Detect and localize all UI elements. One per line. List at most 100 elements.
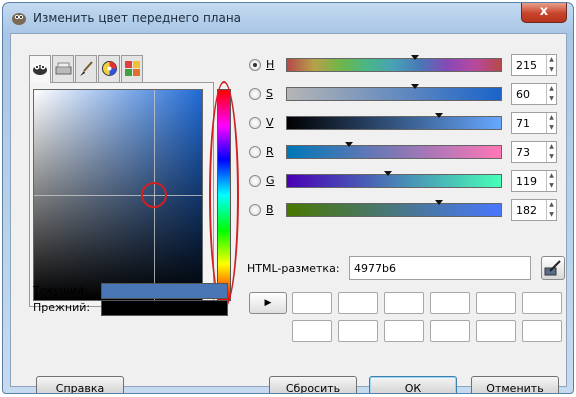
spin-down-icon[interactable]: ▼ xyxy=(547,65,556,75)
spinbox-h[interactable]: 215 ▲ ▼ xyxy=(511,54,557,76)
help-button-label: правка xyxy=(63,382,105,394)
reset-button-mnemonic: С xyxy=(285,382,294,394)
spinbox-b[interactable]: 182 ▲ ▼ xyxy=(511,199,557,221)
cancel-button-mnemonic: О xyxy=(486,382,495,394)
palette-icon xyxy=(125,61,140,76)
spin-up-icon[interactable]: ▲ xyxy=(547,200,556,210)
spin-buttons[interactable]: ▲ ▼ xyxy=(546,84,556,104)
help-button[interactable]: Справка xyxy=(36,376,124,394)
spin-buttons[interactable]: ▲ ▼ xyxy=(546,200,556,220)
history-swatch[interactable] xyxy=(522,320,562,342)
slider-h[interactable] xyxy=(286,55,502,72)
ok-button[interactable]: ОК xyxy=(369,376,457,394)
spinbox-value[interactable]: 60 xyxy=(516,88,530,101)
color-picker-button[interactable] xyxy=(541,256,565,280)
channel-label-v: V xyxy=(266,116,274,129)
eyedropper-icon xyxy=(544,260,561,276)
current-color-label: Текущий: xyxy=(33,284,89,297)
html-notation-input[interactable]: 4977b6 xyxy=(349,256,531,280)
spin-down-icon[interactable]: ▼ xyxy=(547,152,556,162)
history-swatch[interactable] xyxy=(384,292,424,314)
spin-down-icon[interactable]: ▼ xyxy=(547,181,556,191)
spinbox-value[interactable]: 73 xyxy=(516,146,530,159)
history-swatch[interactable] xyxy=(430,320,470,342)
html-notation-label: HTML-разметка: xyxy=(247,262,340,275)
spin-up-icon[interactable]: ▲ xyxy=(547,55,556,65)
spinbox-value[interactable]: 182 xyxy=(516,204,537,217)
slider-v[interactable] xyxy=(286,113,502,130)
history-swatch[interactable] xyxy=(476,292,516,314)
cancel-button-label: тменить xyxy=(494,382,544,394)
channel-label-g: G xyxy=(266,174,275,187)
slider-g[interactable] xyxy=(286,171,502,188)
slider-thumb[interactable] xyxy=(434,113,443,118)
color-wheel-icon xyxy=(102,61,117,76)
spin-down-icon[interactable]: ▼ xyxy=(547,210,556,220)
slider-b[interactable] xyxy=(286,200,502,217)
spin-buttons[interactable]: ▲ ▼ xyxy=(546,171,556,191)
slider-thumb[interactable] xyxy=(345,142,354,147)
spinbox-value[interactable]: 71 xyxy=(516,117,530,130)
radio-g[interactable] xyxy=(249,175,261,187)
spinbox-v[interactable]: 71 ▲ ▼ xyxy=(511,112,557,134)
spin-buttons[interactable]: ▲ ▼ xyxy=(546,142,556,162)
reset-button[interactable]: Сбросить xyxy=(269,376,357,394)
current-color-swatch xyxy=(101,283,228,299)
spin-up-icon[interactable]: ▲ xyxy=(547,171,556,181)
slider-thumb[interactable] xyxy=(411,55,420,60)
tab-scanner-selector[interactable] xyxy=(52,55,74,82)
spinbox-g[interactable]: 119 ▲ ▼ xyxy=(511,170,557,192)
spin-up-icon[interactable]: ▲ xyxy=(547,113,556,123)
cancel-button[interactable]: Отменить xyxy=(471,376,559,394)
reset-button-label: бросить xyxy=(293,382,341,394)
radio-v[interactable] xyxy=(249,117,261,129)
history-swatch[interactable] xyxy=(292,320,332,342)
spin-buttons[interactable]: ▲ ▼ xyxy=(546,55,556,75)
spin-buttons[interactable]: ▲ ▼ xyxy=(546,113,556,133)
play-arrow-icon: ▶ xyxy=(264,298,272,308)
spinbox-value[interactable]: 215 xyxy=(516,59,537,72)
tab-palette-selector[interactable] xyxy=(121,55,143,82)
history-swatch[interactable] xyxy=(338,320,378,342)
slider-thumb[interactable] xyxy=(434,200,443,205)
spin-down-icon[interactable]: ▼ xyxy=(547,94,556,104)
saturation-value-area[interactable] xyxy=(33,89,203,301)
radio-b[interactable] xyxy=(249,204,261,216)
radio-s[interactable] xyxy=(249,88,261,100)
slider-r[interactable] xyxy=(286,142,502,159)
spin-up-icon[interactable]: ▲ xyxy=(547,142,556,152)
history-swatch[interactable] xyxy=(522,292,562,314)
color-dialog-window: Изменить цвет переднего плана x Текущий:… xyxy=(2,2,574,394)
spinbox-s[interactable]: 60 ▲ ▼ xyxy=(511,83,557,105)
gimp-icon xyxy=(33,64,47,75)
tab-gimp-selector[interactable] xyxy=(29,55,51,83)
tab-wheel-selector[interactable] xyxy=(98,55,120,82)
history-swatch[interactable] xyxy=(384,320,424,342)
radio-r[interactable] xyxy=(249,146,261,158)
history-swatch[interactable] xyxy=(338,292,378,314)
ok-button-label: К xyxy=(413,382,422,394)
spinbox-value[interactable]: 119 xyxy=(516,175,537,188)
slider-thumb[interactable] xyxy=(411,84,420,89)
close-button[interactable]: x xyxy=(521,3,567,23)
highlight-ellipse-marker xyxy=(209,81,239,309)
slider-thumb[interactable] xyxy=(383,171,392,176)
channel-label-s: S xyxy=(266,87,273,100)
close-icon: x xyxy=(539,4,549,19)
history-add-button[interactable]: ▶ xyxy=(249,292,287,314)
history-swatch[interactable] xyxy=(430,292,470,314)
radio-h[interactable] xyxy=(249,59,261,71)
channel-label-b: B xyxy=(266,203,274,216)
previous-color-swatch xyxy=(101,300,228,316)
spin-down-icon[interactable]: ▼ xyxy=(547,123,556,133)
channel-label-r: R xyxy=(266,145,274,158)
slider-s[interactable] xyxy=(286,84,502,101)
history-swatch[interactable] xyxy=(476,320,516,342)
brush-icon xyxy=(80,61,93,76)
spinbox-r[interactable]: 73 ▲ ▼ xyxy=(511,141,557,163)
spin-up-icon[interactable]: ▲ xyxy=(547,84,556,94)
tab-brush-selector[interactable] xyxy=(75,55,97,82)
history-swatch[interactable] xyxy=(292,292,332,314)
window-title: Изменить цвет переднего плана xyxy=(33,11,242,25)
title-bar[interactable]: Изменить цвет переднего плана x xyxy=(3,3,573,33)
